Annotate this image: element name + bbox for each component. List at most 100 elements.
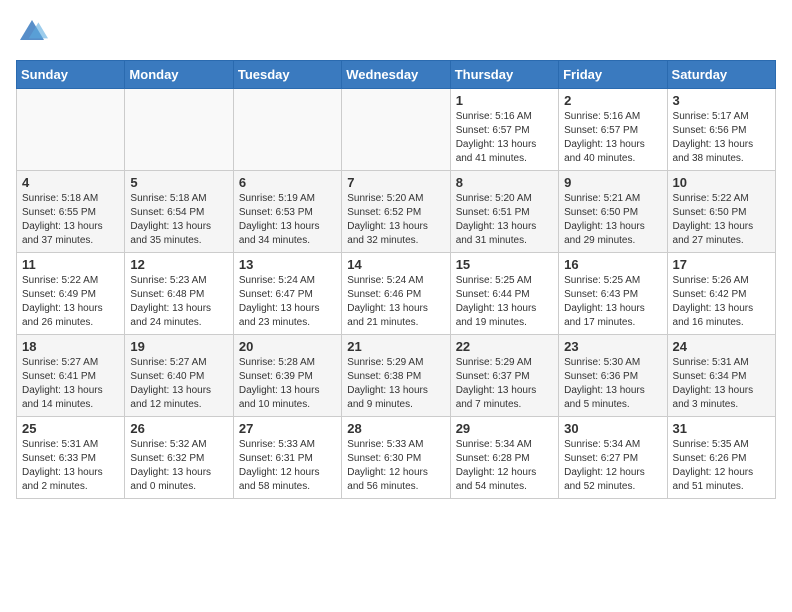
day-number: 2	[564, 93, 661, 108]
calendar-day-2: 2 Sunrise: 5:16 AM Sunset: 6:57 PM Daylig…	[559, 89, 667, 171]
day-info: Sunrise: 5:30 AM Sunset: 6:36 PM Dayligh…	[564, 356, 661, 412]
day-info: Sunrise: 5:27 AM Sunset: 6:41 PM Dayligh…	[22, 356, 119, 412]
day-number: 28	[347, 421, 444, 436]
calendar-day-14: 14Sunrise: 5:24 AM Sunset: 6:46 PM Dayli…	[342, 253, 450, 335]
calendar-day-4: 4Sunrise: 5:18 AM Sunset: 6:55 PM Daylig…	[17, 171, 125, 253]
day-number: 9	[564, 175, 661, 190]
day-info: Sunrise: 5:29 AM Sunset: 6:37 PM Dayligh…	[456, 356, 553, 412]
day-number: 6	[239, 175, 336, 190]
weekday-header-friday: Friday	[559, 61, 667, 89]
calendar-table: SundayMondayTuesdayWednesdayThursdayFrid…	[16, 60, 776, 499]
day-number: 14	[347, 257, 444, 272]
day-info: Sunrise: 5:21 AM Sunset: 6:50 PM Dayligh…	[564, 192, 661, 248]
day-info: Sunrise: 5:31 AM Sunset: 6:33 PM Dayligh…	[22, 438, 119, 494]
calendar-week-1: 1Sunrise: 5:16 AM Sunset: 6:57 PM Daylig…	[17, 89, 776, 171]
calendar-day-19: 19 Sunrise: 5:27 AM Sunset: 6:40 PM Dayli…	[125, 335, 233, 417]
calendar-empty-cell	[125, 89, 233, 171]
calendar-day-9: 9 Sunrise: 5:21 AM Sunset: 6:50 PM Daylig…	[559, 171, 667, 253]
day-number: 31	[673, 421, 770, 436]
calendar-empty-cell	[233, 89, 341, 171]
day-info: Sunrise: 5:22 AM Sunset: 6:49 PM Dayligh…	[22, 274, 119, 330]
day-number: 21	[347, 339, 444, 354]
calendar-week-2: 4Sunrise: 5:18 AM Sunset: 6:55 PM Daylig…	[17, 171, 776, 253]
day-number: 18	[22, 339, 119, 354]
calendar-day-20: 20 Sunrise: 5:28 AM Sunset: 6:39 PM Dayli…	[233, 335, 341, 417]
calendar-day-11: 11 Sunrise: 5:22 AM Sunset: 6:49 PM Dayli…	[17, 253, 125, 335]
calendar-day-6: 6Sunrise: 5:19 AM Sunset: 6:53 PM Daylig…	[233, 171, 341, 253]
weekday-header-saturday: Saturday	[667, 61, 775, 89]
calendar-day-28: 28 Sunrise: 5:33 AM Sunset: 6:30 PM Dayli…	[342, 417, 450, 499]
day-info: Sunrise: 5:27 AM Sunset: 6:40 PM Dayligh…	[130, 356, 227, 412]
page-header	[16, 16, 776, 48]
day-number: 16	[564, 257, 661, 272]
day-number: 26	[130, 421, 227, 436]
calendar-day-22: 22 Sunrise: 5:29 AM Sunset: 6:37 PM Dayli…	[450, 335, 558, 417]
calendar-empty-cell	[17, 89, 125, 171]
day-number: 11	[22, 257, 119, 272]
day-info: Sunrise: 5:25 AM Sunset: 6:44 PM Dayligh…	[456, 274, 553, 330]
day-info: Sunrise: 5:16 AM Sunset: 6:57 PM Dayligh…	[564, 110, 661, 166]
weekday-header-tuesday: Tuesday	[233, 61, 341, 89]
calendar-day-15: 15 Sunrise: 5:25 AM Sunset: 6:44 PM Dayli…	[450, 253, 558, 335]
day-number: 27	[239, 421, 336, 436]
day-info: Sunrise: 5:31 AM Sunset: 6:34 PM Dayligh…	[673, 356, 770, 412]
day-number: 30	[564, 421, 661, 436]
calendar-day-7: 7Sunrise: 5:20 AM Sunset: 6:52 PM Daylig…	[342, 171, 450, 253]
calendar-day-16: 16 Sunrise: 5:25 AM Sunset: 6:43 PM Dayli…	[559, 253, 667, 335]
day-info: Sunrise: 5:24 AM Sunset: 6:47 PM Dayligh…	[239, 274, 336, 330]
day-number: 12	[130, 257, 227, 272]
day-info: Sunrise: 5:34 AM Sunset: 6:28 PM Dayligh…	[456, 438, 553, 494]
day-info: Sunrise: 5:29 AM Sunset: 6:38 PM Dayligh…	[347, 356, 444, 412]
day-info: Sunrise: 5:34 AM Sunset: 6:27 PM Dayligh…	[564, 438, 661, 494]
day-number: 19	[130, 339, 227, 354]
day-info: Sunrise: 5:33 AM Sunset: 6:30 PM Dayligh…	[347, 438, 444, 494]
calendar-day-10: 10 Sunrise: 5:22 AM Sunset: 6:50 PM Dayli…	[667, 171, 775, 253]
calendar-week-3: 11 Sunrise: 5:22 AM Sunset: 6:49 PM Dayli…	[17, 253, 776, 335]
day-info: Sunrise: 5:32 AM Sunset: 6:32 PM Dayligh…	[130, 438, 227, 494]
day-number: 25	[22, 421, 119, 436]
day-info: Sunrise: 5:16 AM Sunset: 6:57 PM Dayligh…	[456, 110, 553, 166]
day-info: Sunrise: 5:28 AM Sunset: 6:39 PM Dayligh…	[239, 356, 336, 412]
calendar-day-29: 29 Sunrise: 5:34 AM Sunset: 6:28 PM Dayli…	[450, 417, 558, 499]
day-info: Sunrise: 5:25 AM Sunset: 6:43 PM Dayligh…	[564, 274, 661, 330]
day-info: Sunrise: 5:35 AM Sunset: 6:26 PM Dayligh…	[673, 438, 770, 494]
weekday-header-monday: Monday	[125, 61, 233, 89]
calendar-day-21: 21 Sunrise: 5:29 AM Sunset: 6:38 PM Dayli…	[342, 335, 450, 417]
calendar-day-24: 24 Sunrise: 5:31 AM Sunset: 6:34 PM Dayli…	[667, 335, 775, 417]
calendar-day-25: 25 Sunrise: 5:31 AM Sunset: 6:33 PM Dayli…	[17, 417, 125, 499]
day-number: 20	[239, 339, 336, 354]
day-info: Sunrise: 5:18 AM Sunset: 6:54 PM Dayligh…	[130, 192, 227, 248]
logo-icon	[16, 16, 48, 48]
weekday-header-row: SundayMondayTuesdayWednesdayThursdayFrid…	[17, 61, 776, 89]
weekday-header-sunday: Sunday	[17, 61, 125, 89]
day-info: Sunrise: 5:26 AM Sunset: 6:42 PM Dayligh…	[673, 274, 770, 330]
day-number: 3	[673, 93, 770, 108]
calendar-day-8: 8 Sunrise: 5:20 AM Sunset: 6:51 PM Daylig…	[450, 171, 558, 253]
day-info: Sunrise: 5:22 AM Sunset: 6:50 PM Dayligh…	[673, 192, 770, 248]
weekday-header-thursday: Thursday	[450, 61, 558, 89]
day-info: Sunrise: 5:17 AM Sunset: 6:56 PM Dayligh…	[673, 110, 770, 166]
day-info: Sunrise: 5:33 AM Sunset: 6:31 PM Dayligh…	[239, 438, 336, 494]
calendar-week-4: 18 Sunrise: 5:27 AM Sunset: 6:41 PM Dayli…	[17, 335, 776, 417]
calendar-day-5: 5Sunrise: 5:18 AM Sunset: 6:54 PM Daylig…	[125, 171, 233, 253]
logo	[16, 16, 52, 48]
calendar-day-1: 1Sunrise: 5:16 AM Sunset: 6:57 PM Daylig…	[450, 89, 558, 171]
day-number: 15	[456, 257, 553, 272]
day-number: 13	[239, 257, 336, 272]
calendar-day-3: 3 Sunrise: 5:17 AM Sunset: 6:56 PM Daylig…	[667, 89, 775, 171]
calendar-day-18: 18 Sunrise: 5:27 AM Sunset: 6:41 PM Dayli…	[17, 335, 125, 417]
calendar-day-12: 12 Sunrise: 5:23 AM Sunset: 6:48 PM Dayli…	[125, 253, 233, 335]
calendar-day-17: 17Sunrise: 5:26 AM Sunset: 6:42 PM Dayli…	[667, 253, 775, 335]
calendar-day-26: 26 Sunrise: 5:32 AM Sunset: 6:32 PM Dayli…	[125, 417, 233, 499]
day-number: 7	[347, 175, 444, 190]
day-number: 24	[673, 339, 770, 354]
weekday-header-wednesday: Wednesday	[342, 61, 450, 89]
day-number: 4	[22, 175, 119, 190]
day-number: 10	[673, 175, 770, 190]
calendar-week-5: 25 Sunrise: 5:31 AM Sunset: 6:33 PM Dayli…	[17, 417, 776, 499]
day-number: 22	[456, 339, 553, 354]
day-info: Sunrise: 5:23 AM Sunset: 6:48 PM Dayligh…	[130, 274, 227, 330]
day-info: Sunrise: 5:20 AM Sunset: 6:51 PM Dayligh…	[456, 192, 553, 248]
day-number: 8	[456, 175, 553, 190]
day-number: 29	[456, 421, 553, 436]
